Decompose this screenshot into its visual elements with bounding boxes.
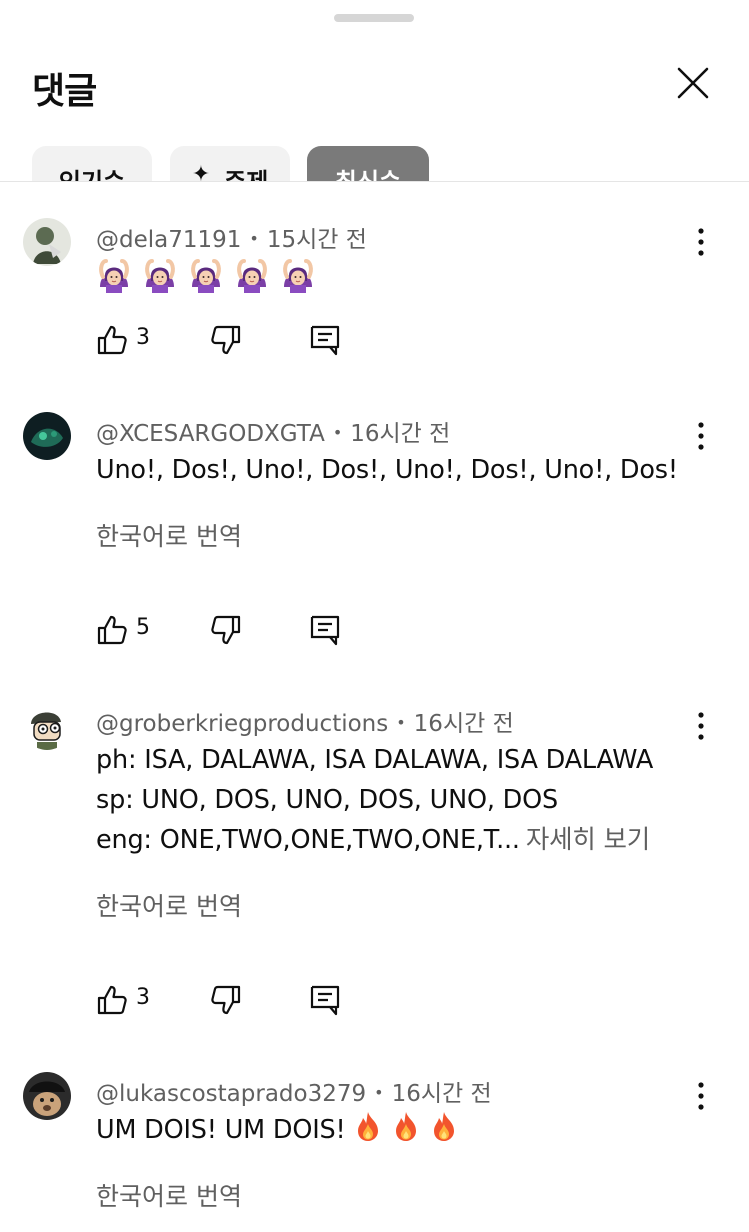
avatar[interactable] <box>23 702 71 750</box>
comment-text: UM DOIS! UM DOIS! <box>96 1115 346 1145</box>
like-count: 3 <box>136 985 150 1010</box>
comments-sheet: 댓글 인기순 ✦ 주제 최신순 @dela71191 • 15시간 전 <box>0 0 749 1232</box>
like-button[interactable] <box>96 323 130 357</box>
thumbs-down-icon <box>211 985 241 1015</box>
comment-menu-button[interactable] <box>690 222 712 262</box>
comment-author[interactable]: @XCESARGODXGTA <box>96 421 325 447</box>
thumbs-up-icon <box>97 985 127 1015</box>
comment-menu-button[interactable] <box>690 706 712 746</box>
thumbs-down-icon <box>211 615 241 645</box>
translate-link[interactable]: 한국어로 번역 <box>96 517 242 553</box>
comment-meta: @dela71191 • 15시간 전 <box>96 220 367 254</box>
meta-separator: • <box>374 1083 384 1102</box>
dislike-button[interactable] <box>208 323 242 357</box>
comment-text-truncated: eng: ONE,TWO,ONE,TWO,ONE,T... <box>96 825 520 855</box>
comment-author[interactable]: @groberkriegproductions <box>96 711 388 737</box>
reply-button[interactable] <box>308 323 342 357</box>
chip-label: 주제 <box>224 162 268 181</box>
meta-separator: • <box>332 423 343 442</box>
sparkle-icon: ✦ <box>191 162 211 181</box>
reply-icon <box>310 325 340 356</box>
comment-text-line: UM DOIS! UM DOIS! <box>96 1110 460 1150</box>
more-vertical-icon <box>698 1082 704 1110</box>
comment-menu-button[interactable] <box>690 416 712 456</box>
read-more-link[interactable]: 자세히 보기 <box>526 825 650 855</box>
chip-topics[interactable]: ✦ 주제 <box>170 146 290 181</box>
comment-author[interactable]: @dela71191 <box>96 227 241 253</box>
thumbs-up-icon <box>97 325 127 355</box>
comment-time: 16시간 전 <box>413 711 514 737</box>
comment-time: 15시간 전 <box>266 227 367 253</box>
person-gesturing-ok-emoji <box>283 259 313 293</box>
fire-emoji <box>352 1110 384 1142</box>
fire-emoji <box>390 1110 422 1142</box>
comment-meta: @lukascostaprado3279 • 16시간 전 <box>96 1074 492 1108</box>
like-button[interactable] <box>96 613 130 647</box>
comment-time: 16시간 전 <box>391 1081 492 1107</box>
comment-menu-button[interactable] <box>690 1076 712 1116</box>
comment-actions: 3 <box>96 983 356 1017</box>
meta-separator: • <box>396 713 406 732</box>
reply-button[interactable] <box>308 613 342 647</box>
comment-text: Uno!, Dos!, Uno!, Dos!, Uno!, Dos!, Uno!… <box>96 455 678 485</box>
like-count: 5 <box>136 615 150 640</box>
drag-handle[interactable] <box>334 14 414 22</box>
reply-icon <box>310 985 340 1016</box>
like-button[interactable] <box>96 983 130 1017</box>
avatar[interactable] <box>23 412 71 460</box>
more-vertical-icon <box>698 422 704 450</box>
comment-text-line: ph: ISA, DALAWA, ISA DALAWA, ISA DALAWA <box>96 745 654 775</box>
comment-text-line: sp: UNO, DOS, UNO, DOS, UNO, DOS <box>96 785 558 815</box>
person-gesturing-ok-emoji <box>237 259 267 293</box>
person-gesturing-ok-emoji <box>191 259 221 293</box>
comment-text-line: eng: ONE,TWO,ONE,TWO,ONE,T... 자세히 보기 <box>96 820 650 860</box>
like-count: 3 <box>136 325 150 350</box>
thumbs-down-icon <box>211 325 241 355</box>
comment-meta: @XCESARGODXGTA • 16시간 전 <box>96 414 450 448</box>
close-button[interactable] <box>672 62 714 104</box>
fire-emoji <box>428 1110 460 1142</box>
avatar[interactable] <box>23 1072 71 1120</box>
dislike-button[interactable] <box>208 983 242 1017</box>
meta-separator: • <box>249 229 259 248</box>
person-gesturing-ok-emoji <box>99 259 129 293</box>
thumbs-up-icon <box>97 615 127 645</box>
sort-chip-bar: 인기순 ✦ 주제 최신순 <box>0 146 749 181</box>
close-icon <box>677 67 709 99</box>
comment-time: 16시간 전 <box>350 421 451 447</box>
comment-meta: @groberkriegproductions • 16시간 전 <box>96 704 514 738</box>
reply-button[interactable] <box>308 983 342 1017</box>
reply-icon <box>310 615 340 646</box>
avatar[interactable] <box>23 218 71 266</box>
panel-title: 댓글 <box>32 71 97 112</box>
person-gesturing-ok-emoji <box>145 259 175 293</box>
comment-author[interactable]: @lukascostaprado3279 <box>96 1081 366 1107</box>
more-vertical-icon <box>698 712 704 740</box>
header-divider <box>0 181 749 182</box>
translate-link[interactable]: 한국어로 번역 <box>96 887 242 923</box>
dislike-button[interactable] <box>208 613 242 647</box>
comment-emoji-row <box>346 1112 460 1145</box>
chip-newest[interactable]: 최신순 <box>307 146 429 181</box>
more-vertical-icon <box>698 228 704 256</box>
chip-popular[interactable]: 인기순 <box>32 146 152 181</box>
chip-label: 최신순 <box>335 162 401 181</box>
comment-actions: 3 <box>96 323 356 357</box>
comment-emoji-row <box>96 257 316 293</box>
comment-actions: 5 <box>96 613 356 647</box>
translate-link[interactable]: 한국어로 번역 <box>96 1177 242 1213</box>
chip-label: 인기순 <box>59 162 125 181</box>
